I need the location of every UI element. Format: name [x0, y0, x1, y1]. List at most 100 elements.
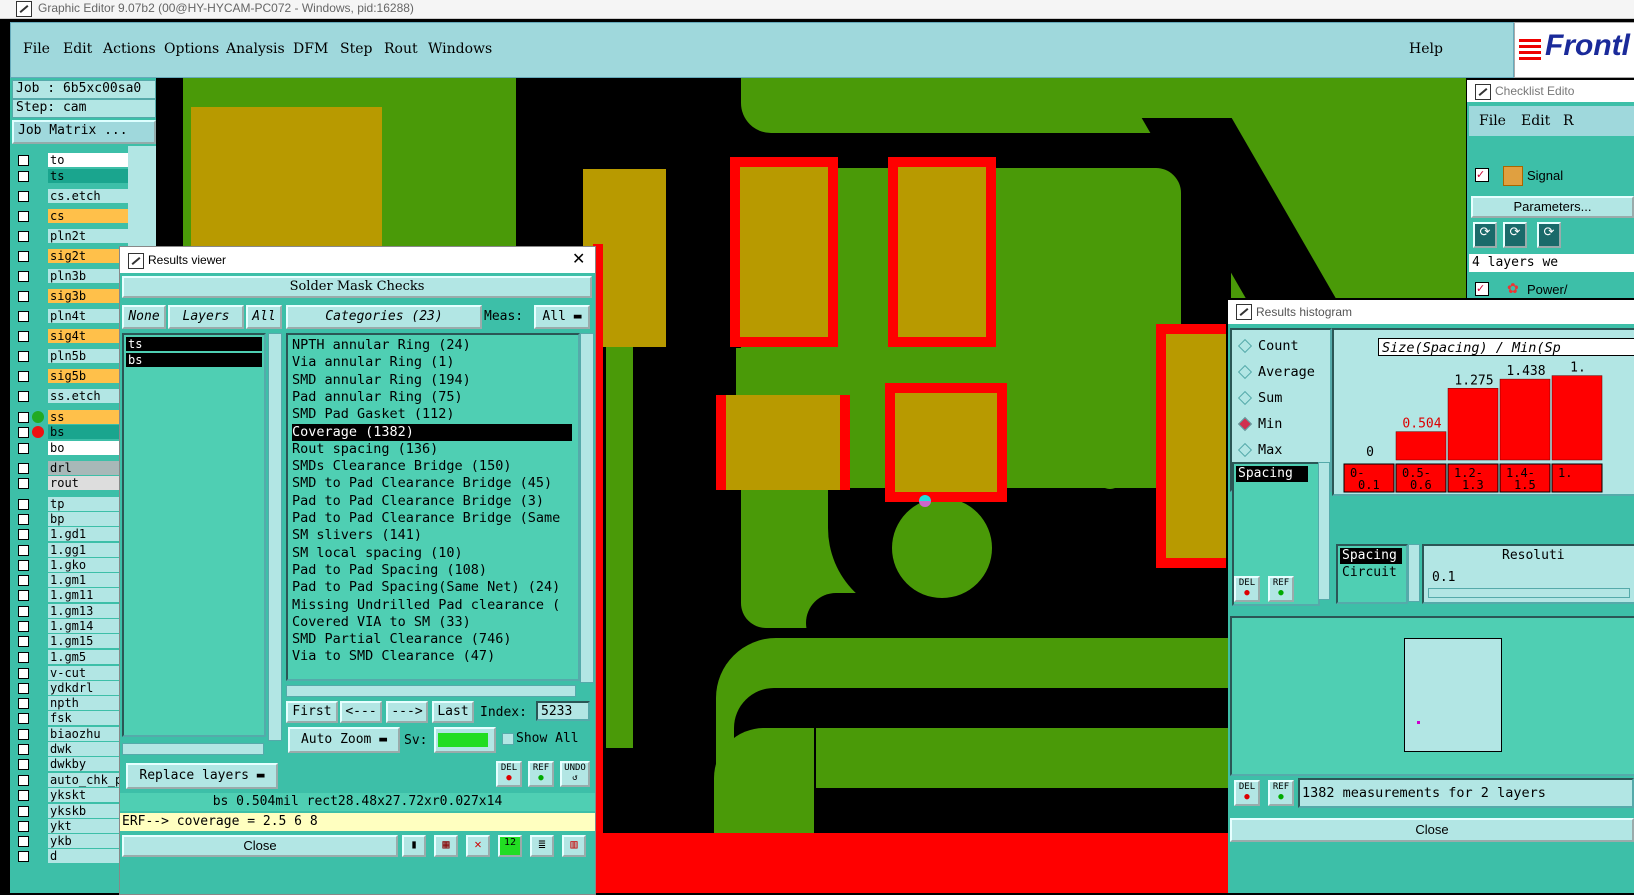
checklist-menu-r[interactable]: R	[1563, 113, 1574, 129]
menu-dfm[interactable]: DFM	[293, 41, 328, 57]
menu-help[interactable]: Help	[1409, 41, 1443, 57]
layer-row[interactable]: pln5b	[12, 349, 132, 364]
layer-checkbox[interactable]	[18, 391, 29, 402]
category-item[interactable]: SMD annular Ring (194)	[292, 372, 471, 389]
layer-row[interactable]: pln2t	[12, 229, 132, 244]
image-icon[interactable]: ▦	[434, 835, 458, 857]
layer-row[interactable]: sig4t	[12, 329, 132, 344]
del-button[interactable]: DEL ●	[496, 761, 522, 787]
layer-row[interactable]: ykskt	[12, 788, 132, 803]
layer-checkbox[interactable]	[18, 560, 29, 571]
layer-checkbox[interactable]	[18, 412, 29, 423]
layer-row[interactable]: bs	[12, 425, 132, 440]
layer-checkbox[interactable]	[18, 351, 29, 362]
layer-checkbox[interactable]	[18, 211, 29, 222]
parameters-button[interactable]: Parameters...	[1471, 196, 1634, 218]
layer-checkbox[interactable]	[18, 806, 29, 817]
footer-del-button[interactable]: DEL ●	[1234, 780, 1260, 806]
layer-row[interactable]: sig2t	[12, 249, 132, 264]
layer-checkbox[interactable]	[18, 744, 29, 755]
layer-checkbox[interactable]	[18, 668, 29, 679]
layer-checkbox[interactable]	[18, 331, 29, 342]
run-icon[interactable]: ⟳	[1473, 222, 1497, 248]
category-item[interactable]: SMDs Clearance Bridge (150)	[292, 458, 511, 475]
category-item[interactable]: Rout spacing (136)	[292, 441, 438, 458]
signal-checkbox[interactable]: ✓	[1475, 168, 1489, 182]
layer-row[interactable]: to	[12, 153, 132, 168]
meas-select[interactable]: All ▬	[534, 305, 590, 329]
layer-checkbox[interactable]	[18, 251, 29, 262]
first-button[interactable]: First	[286, 701, 338, 723]
close-icon[interactable]: ✕	[572, 249, 585, 269]
layer-row[interactable]: tp	[12, 497, 132, 512]
menu-windows[interactable]: Windows	[428, 41, 492, 57]
category-item[interactable]: Via to SMD Clearance (47)	[292, 648, 495, 665]
show-all-checkbox[interactable]	[502, 733, 514, 745]
layer-row[interactable]: 1.gd1	[12, 527, 132, 542]
layer-row[interactable]: v-cut	[12, 666, 132, 681]
layer-checkbox[interactable]	[18, 790, 29, 801]
layer-checkbox[interactable]	[18, 683, 29, 694]
category-item[interactable]: Pad to Pad Spacing (108)	[292, 562, 487, 579]
layer-checkbox[interactable]	[18, 698, 29, 709]
layer-row[interactable]: dwk	[12, 742, 132, 757]
layer-row[interactable]: pln3b	[12, 269, 132, 284]
replace-layers-select[interactable]: Replace layers ▬	[126, 763, 278, 789]
category-item[interactable]: SM local spacing (10)	[292, 545, 463, 562]
layer-checkbox[interactable]	[18, 478, 29, 489]
layer-checkbox[interactable]	[18, 713, 29, 724]
layer-row[interactable]: 1.gg1	[12, 543, 132, 558]
group-button[interactable]: Solder Mask Checks	[122, 276, 592, 298]
category-item[interactable]: Via annular Ring (1)	[292, 354, 455, 371]
layers-button[interactable]: Layers	[168, 305, 244, 329]
layer-checkbox[interactable]	[18, 155, 29, 166]
histogram-bar[interactable]	[1551, 375, 1603, 461]
layer-row[interactable]: pln4t	[12, 309, 132, 324]
layer-row[interactable]: 1.gm5	[12, 650, 132, 665]
layer-row[interactable]: sig5b	[12, 369, 132, 384]
ruler-icon[interactable]: ▮	[402, 835, 426, 857]
category-item[interactable]: SM slivers (141)	[292, 527, 422, 544]
category-item[interactable]: SMD Pad Gasket (112)	[292, 406, 455, 423]
layer-checkbox[interactable]	[18, 499, 29, 510]
layer-checkbox[interactable]	[18, 171, 29, 182]
layer-checkbox[interactable]	[18, 851, 29, 862]
layer-row[interactable]: 1.gm13	[12, 604, 132, 619]
checklist-menu-file[interactable]: File	[1479, 113, 1506, 129]
layer-row[interactable]: cs.etch	[12, 189, 132, 204]
layer-row[interactable]: 1.gm11	[12, 588, 132, 603]
category-item[interactable]: Covered VIA to SM (33)	[292, 614, 471, 631]
layer-checkbox[interactable]	[18, 463, 29, 474]
layer-row[interactable]: 1.gko	[12, 558, 132, 573]
none-button[interactable]: None	[122, 305, 166, 329]
power-checkbox[interactable]: ✓	[1475, 282, 1489, 296]
layer-checkbox[interactable]	[18, 514, 29, 525]
histogram-close-button[interactable]: Close	[1230, 818, 1634, 842]
all-button[interactable]: All	[246, 305, 282, 329]
layer-row[interactable]: ss	[12, 410, 132, 425]
category-item[interactable]: NPTH annular Ring (24)	[292, 337, 471, 354]
layer-row[interactable]: ykskb	[12, 804, 132, 819]
layer-checkbox[interactable]	[18, 545, 29, 556]
layer-checkbox[interactable]	[18, 575, 29, 586]
sv-color-select[interactable]	[434, 727, 496, 753]
layer-checkbox[interactable]	[18, 836, 29, 847]
menu-edit[interactable]: Edit	[63, 41, 92, 57]
layer-row[interactable]: ss.etch	[12, 389, 132, 404]
next-button[interactable]: --->	[386, 701, 428, 723]
layer-row[interactable]: 1.gm1	[12, 573, 132, 588]
ref-cross-icon[interactable]: ✕	[466, 835, 490, 857]
numbering-icon[interactable]: 12	[498, 835, 522, 857]
ref-button[interactable]: REF ●	[528, 761, 554, 787]
categories-button[interactable]: Categories (23)	[286, 305, 482, 329]
layer-row[interactable]: 1.gm15	[12, 634, 132, 649]
histogram-bar[interactable]	[1395, 431, 1447, 461]
layer-checkbox[interactable]	[18, 311, 29, 322]
list-item[interactable]: Spacing	[1236, 466, 1308, 482]
run-icon[interactable]: ⟳	[1537, 222, 1561, 248]
layer-row[interactable]: biaozhu	[12, 727, 132, 742]
layer-checkbox[interactable]	[18, 371, 29, 382]
layer-checkbox[interactable]	[18, 821, 29, 832]
layer-checkbox[interactable]	[18, 729, 29, 740]
close-button[interactable]: Close	[122, 835, 398, 857]
